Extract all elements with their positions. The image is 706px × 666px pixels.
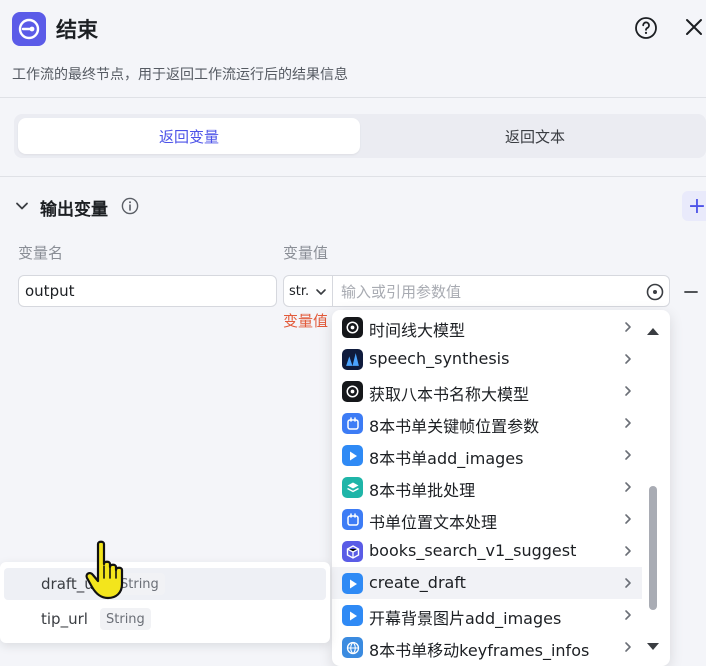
dropdown-item-label: 书单位置文本处理	[369, 513, 498, 532]
variable-type-value: str.	[289, 283, 310, 299]
chevron-right-icon	[625, 514, 631, 524]
chevron-right-icon	[625, 418, 631, 428]
tab-return-variables[interactable]: 返回变量	[18, 118, 360, 154]
close-icon	[686, 19, 702, 35]
field-row-draft-url[interactable]: draft_url String	[4, 568, 326, 600]
soundwave-icon	[342, 349, 363, 370]
dropdown-item[interactable]: 8本书单移动keyframes_infos	[332, 631, 642, 663]
dropdown-item[interactable]: 书单位置文本处理	[332, 503, 642, 535]
chevron-right-icon	[625, 450, 631, 460]
end-node-icon	[12, 12, 46, 46]
variable-reference-icon	[646, 283, 664, 301]
dropdown-item[interactable]: 开幕背景图片add_images	[332, 599, 642, 631]
dropdown-item[interactable]: 8本书单add_images	[332, 439, 642, 471]
scroll-down-icon[interactable]	[646, 642, 660, 652]
column-label-value: 变量值	[283, 244, 329, 262]
reference-variable-button[interactable]	[645, 282, 665, 302]
plugin-icon	[342, 413, 363, 434]
return-mode-tabs: 返回变量 返回文本	[14, 114, 706, 158]
dropdown-item-label: create_draft	[369, 573, 466, 592]
page-title: 结束	[56, 18, 98, 42]
dropdown-item[interactable]: books_search_v1_suggest	[332, 535, 642, 567]
variable-value-placeholder: 输入或引用参数值	[341, 282, 462, 301]
dropdown-item-label: 8本书单关键帧位置参数	[369, 417, 540, 436]
globe-icon	[342, 637, 363, 658]
openai-icon	[342, 381, 363, 402]
dropdown-item-label: 8本书单移动keyframes_infos	[369, 641, 590, 660]
play-icon	[342, 605, 363, 626]
column-label-name: 变量名	[18, 244, 64, 262]
dropdown-item-label: 8本书单add_images	[369, 449, 524, 468]
dropdown-item[interactable]: 8本书单关键帧位置参数	[332, 407, 642, 439]
panel-header: 结束	[0, 0, 706, 58]
variable-name-input[interactable]: output	[18, 275, 277, 307]
help-button[interactable]	[634, 16, 658, 40]
dropdown-item-label: speech_synthesis	[369, 349, 510, 368]
chevron-right-icon	[625, 354, 631, 364]
scrollbar-thumb[interactable]	[649, 486, 657, 610]
node-reference-dropdown: 时间线大模型 speech_synthesis 获取八本书名称大模型 8本书单关…	[332, 310, 670, 666]
dropdown-item-label: 开幕背景图片add_images	[369, 609, 562, 628]
variable-name-value: output	[25, 282, 75, 300]
dropdown-item-label: 8本书单批处理	[369, 481, 476, 500]
dropdown-item[interactable]: 获取八本书名称大模型	[332, 375, 642, 407]
plus-icon: +	[687, 193, 706, 219]
chevron-right-icon	[625, 578, 631, 588]
field-name: tip_url	[41, 610, 88, 628]
chevron-right-icon	[625, 546, 631, 556]
field-type-badge: String	[100, 608, 151, 630]
close-button[interactable]	[683, 16, 705, 38]
dropdown-item[interactable]: 8本书单批处理	[332, 471, 642, 503]
field-row-tip-url[interactable]: tip_url String	[4, 603, 326, 635]
batch-icon	[342, 477, 363, 498]
hand-cursor-icon	[85, 540, 124, 600]
variable-value-input[interactable]: 输入或引用参数值	[333, 275, 670, 307]
chevron-right-icon	[625, 386, 631, 396]
dropdown-item[interactable]: create_draft	[332, 567, 642, 599]
play-icon	[342, 573, 363, 594]
chevron-right-icon	[625, 322, 631, 332]
chevron-right-icon	[625, 482, 631, 492]
chevron-down-icon	[16, 202, 28, 210]
info-icon[interactable]	[121, 197, 139, 215]
play-icon	[342, 445, 363, 466]
dropdown-item-label: 时间线大模型	[369, 321, 466, 340]
validation-error: 变量值	[283, 312, 329, 330]
output-section-title: 输出变量	[40, 200, 108, 220]
collapse-toggle[interactable]	[14, 198, 30, 214]
variable-type-select[interactable]: str.	[283, 275, 333, 307]
divider	[0, 97, 706, 98]
cube-icon	[342, 541, 363, 562]
chevron-right-icon	[625, 610, 631, 620]
plugin-icon	[342, 509, 363, 530]
chevron-right-icon	[625, 642, 631, 652]
output-fields-popover: draft_url String tip_url String	[0, 562, 330, 643]
dropdown-item[interactable]: speech_synthesis	[332, 343, 642, 375]
minus-icon	[684, 291, 698, 293]
help-icon	[635, 17, 657, 39]
openai-icon	[342, 317, 363, 338]
chevron-down-icon	[316, 289, 326, 295]
divider	[0, 176, 706, 177]
dropdown-item[interactable]: 时间线大模型	[332, 311, 642, 343]
scroll-up-icon[interactable]	[646, 326, 660, 336]
tab-return-text[interactable]: 返回文本	[364, 118, 706, 154]
dropdown-item-label: books_search_v1_suggest	[369, 541, 577, 560]
dropdown-item-label: 获取八本书名称大模型	[369, 385, 530, 404]
remove-variable-button[interactable]	[683, 284, 699, 300]
node-description: 工作流的最终节点，用于返回工作流运行后的结果信息	[12, 67, 348, 83]
add-variable-button[interactable]: +	[682, 191, 706, 221]
